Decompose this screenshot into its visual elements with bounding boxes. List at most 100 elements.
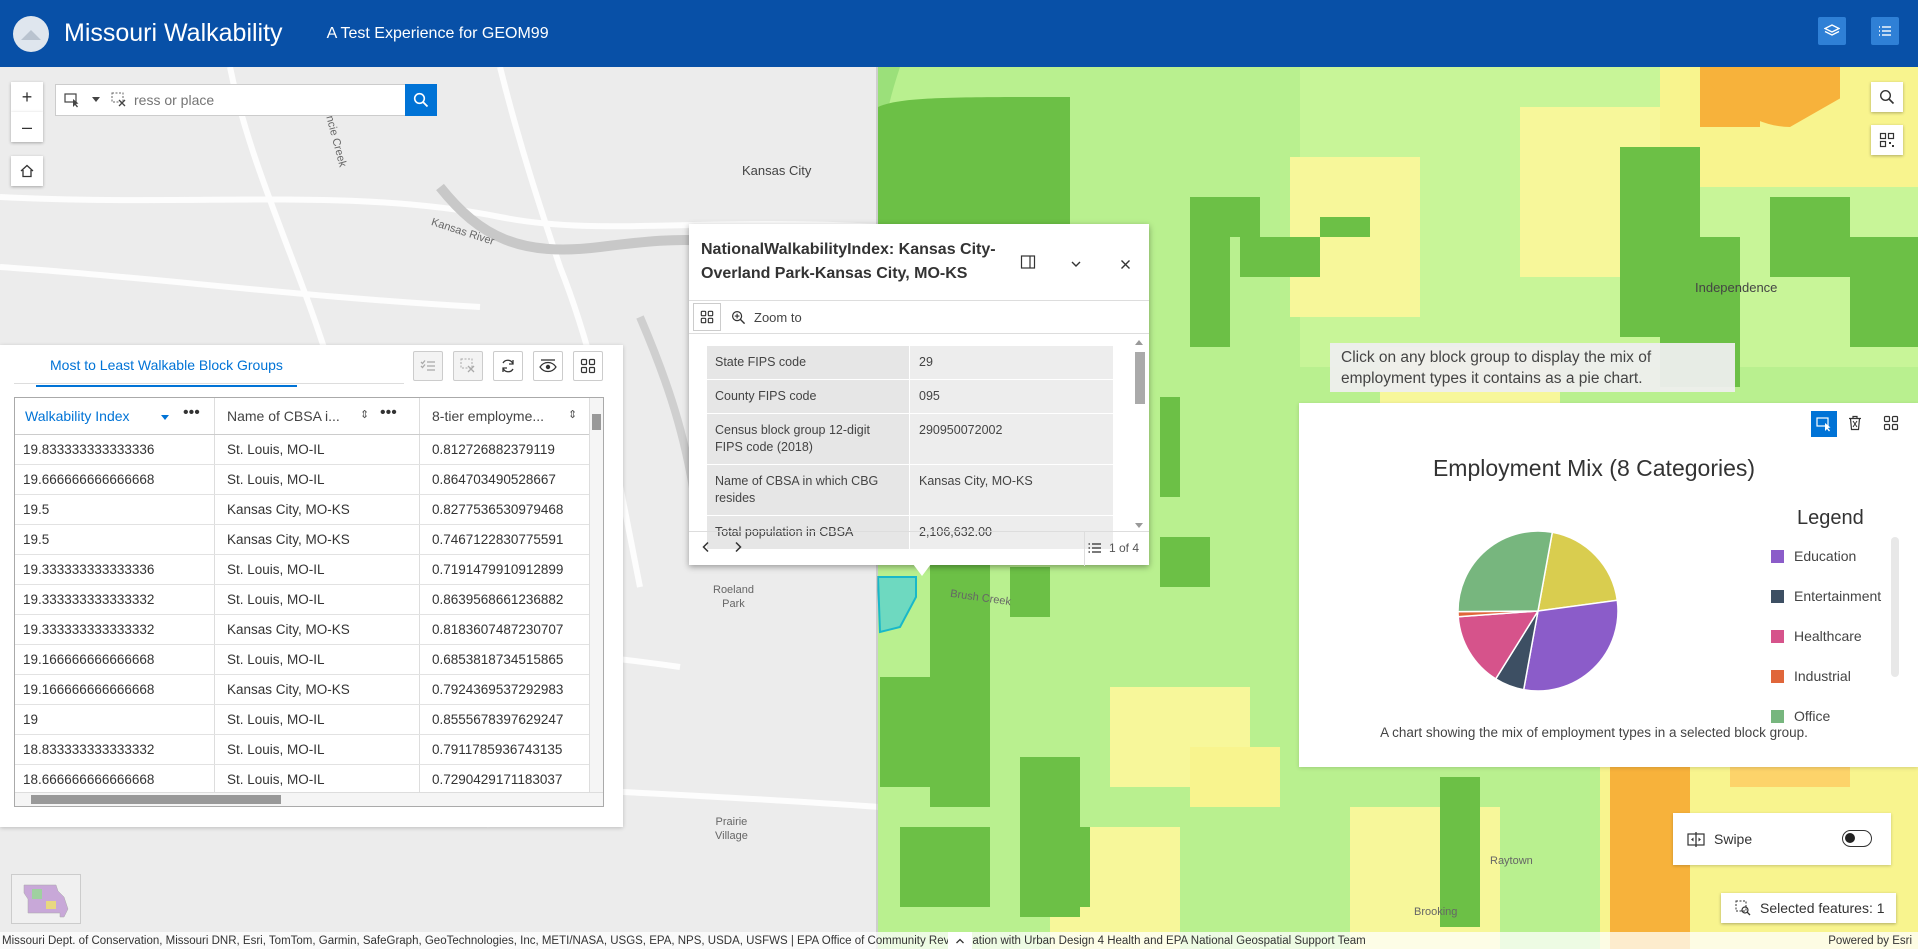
legend-swatch bbox=[1771, 669, 1784, 683]
table-row[interactable]: 19.5 Kansas City, MO-KS 0.8277536530979468 bbox=[15, 495, 603, 525]
table-row[interactable]: 19.333333333333332 Kansas City, MO-KS 0.81… bbox=[15, 615, 603, 645]
zoom-to-button[interactable]: Zoom to bbox=[731, 310, 802, 325]
selected-features-button[interactable]: Selected features: 1 bbox=[1721, 893, 1896, 923]
layers-icon bbox=[1824, 24, 1840, 36]
popup-field-row: State FIPS code 29 bbox=[707, 346, 1113, 380]
scrollbar-thumb[interactable] bbox=[1135, 352, 1145, 404]
popup-scrollbar[interactable] bbox=[1135, 338, 1145, 528]
search-button[interactable] bbox=[405, 84, 437, 116]
table-cell: St. Louis, MO-IL bbox=[215, 765, 420, 794]
clear-chart-button[interactable] bbox=[1847, 415, 1863, 436]
popup-footer: 1 of 4 bbox=[689, 531, 1149, 566]
table-horizontal-scrollbar[interactable] bbox=[15, 792, 603, 806]
table-row[interactable]: 19.333333333333336 St. Louis, MO-IL 0.7191… bbox=[15, 555, 603, 585]
attribution-expand-button[interactable] bbox=[948, 932, 972, 949]
zoom-out-button[interactable]: – bbox=[11, 112, 43, 142]
legend-item[interactable]: Education bbox=[1771, 548, 1856, 564]
legend-item[interactable]: Office bbox=[1771, 708, 1830, 724]
map-label-brooking: Brooking bbox=[1414, 906, 1458, 918]
popup-options-button[interactable] bbox=[693, 303, 721, 331]
zoom-in-button[interactable]: + bbox=[11, 82, 43, 112]
layers-button[interactable] bbox=[1818, 17, 1846, 45]
collapse-button[interactable] bbox=[1070, 257, 1082, 275]
popup-title: NationalWalkabilityIndex: Kansas City-Ov… bbox=[701, 241, 996, 282]
map-label-kansas-city: Kansas City bbox=[742, 163, 812, 178]
select-tool-icon[interactable] bbox=[64, 92, 80, 113]
table-cell: 0.8639568661236882 bbox=[420, 585, 590, 614]
table-row[interactable]: 19.166666666666668 Kansas City, MO-KS 0.79… bbox=[15, 675, 603, 705]
table-row[interactable]: 19.166666666666668 St. Louis, MO-IL 0.6853… bbox=[15, 645, 603, 675]
feature-list-button[interactable]: 1 of 4 bbox=[1087, 540, 1139, 556]
column-menu-icon[interactable]: ••• bbox=[183, 404, 200, 422]
table-cell: 0.8277536530979468 bbox=[420, 495, 590, 524]
chart-title: Employment Mix (8 Categories) bbox=[1432, 455, 1756, 481]
home-button[interactable] bbox=[11, 156, 43, 186]
pie-slice-office[interactable] bbox=[1457, 530, 1554, 613]
legend-scrollbar[interactable] bbox=[1891, 537, 1899, 677]
legend-item[interactable]: Entertainment bbox=[1771, 588, 1881, 604]
table-cell: 18.833333333333332 bbox=[15, 735, 215, 764]
popup-pointer bbox=[913, 564, 931, 576]
scroll-up-icon[interactable] bbox=[1135, 340, 1143, 345]
table-panel: Most to Least Walkable Block Groups Walk… bbox=[0, 345, 623, 827]
clear-selection-icon[interactable] bbox=[111, 92, 127, 113]
chevron-right-icon bbox=[735, 541, 742, 553]
column-header-employment[interactable]: 8-tier employme... ⇕ bbox=[420, 398, 590, 434]
refresh-button[interactable] bbox=[493, 351, 523, 381]
chart-options-button[interactable] bbox=[1883, 415, 1899, 436]
table-vertical-scrollbar[interactable] bbox=[589, 398, 603, 806]
powered-by-esri[interactable]: Powered by Esri bbox=[1828, 935, 1912, 947]
table-row[interactable]: 18.833333333333332 St. Louis, MO-IL 0.7911… bbox=[15, 735, 603, 765]
swipe-widget: Swipe bbox=[1673, 813, 1891, 865]
select-zoom-icon bbox=[1735, 900, 1751, 916]
legend-swatch bbox=[1771, 709, 1784, 723]
dock-button[interactable] bbox=[1020, 254, 1036, 275]
table-row[interactable]: 19.666666666666668 St. Louis, MO-IL 0.8647… bbox=[15, 465, 603, 495]
legend-list-button[interactable] bbox=[1871, 17, 1899, 45]
sort-icon[interactable]: ⇕ bbox=[360, 408, 369, 421]
previous-feature-button[interactable] bbox=[701, 541, 711, 556]
chevron-down-icon[interactable] bbox=[92, 97, 100, 102]
instructions-text: Click on any block group to display the … bbox=[1330, 343, 1735, 392]
column-menu-icon[interactable]: ••• bbox=[380, 404, 397, 422]
table-row[interactable]: 18.666666666666668 St. Louis, MO-IL 0.7290… bbox=[15, 765, 603, 795]
table-cell: Kansas City, MO-KS bbox=[215, 525, 420, 554]
map-attribution: Missouri Dept. of Conservation, Missouri… bbox=[0, 932, 1918, 949]
swipe-label: Swipe bbox=[1714, 831, 1753, 847]
show-selection-button[interactable] bbox=[413, 351, 443, 381]
search-icon bbox=[413, 92, 429, 108]
sort-icon[interactable]: ⇕ bbox=[568, 408, 577, 421]
chevron-left-icon bbox=[702, 541, 709, 553]
attribution-text: Missouri Dept. of Conservation, Missouri… bbox=[2, 934, 1366, 947]
column-header-cbsa-name[interactable]: Name of CBSA i... ⇕ ••• bbox=[215, 398, 420, 434]
swipe-toggle[interactable] bbox=[1842, 830, 1872, 847]
popup-toolbar: Zoom to bbox=[689, 300, 1149, 334]
table-options-button[interactable] bbox=[573, 351, 603, 381]
sort-descending-icon[interactable] bbox=[161, 415, 169, 420]
employment-pie-chart[interactable] bbox=[1448, 521, 1628, 701]
table-row[interactable]: 19.833333333333336 St. Louis, MO-IL 0.8127… bbox=[15, 435, 603, 465]
column-header-walkability-index[interactable]: Walkability Index ••• bbox=[15, 398, 215, 434]
table-cell: 19 bbox=[15, 705, 215, 734]
table-row[interactable]: 19.5 Kansas City, MO-KS 0.7467122830775591 bbox=[15, 525, 603, 555]
scroll-down-icon[interactable] bbox=[1135, 523, 1143, 528]
table-row[interactable]: 19.333333333333332 St. Louis, MO-IL 0.8639… bbox=[15, 585, 603, 615]
chart-select-button[interactable] bbox=[1811, 411, 1837, 437]
map-search-button[interactable] bbox=[1871, 82, 1903, 112]
clear-selection-button[interactable] bbox=[453, 351, 483, 381]
toggle-columns-button[interactable] bbox=[533, 351, 563, 381]
legend-item[interactable]: Industrial bbox=[1771, 668, 1851, 684]
table-cell: 19.833333333333336 bbox=[15, 435, 215, 464]
legend-item[interactable]: Healthcare bbox=[1771, 628, 1862, 644]
popup-field-table: State FIPS code 29 County FIPS code 095 Cens… bbox=[707, 346, 1113, 550]
close-button[interactable] bbox=[1120, 257, 1131, 275]
zoom-to-label: Zoom to bbox=[754, 309, 802, 325]
overview-map[interactable] bbox=[11, 874, 81, 924]
table-row[interactable]: 19 St. Louis, MO-IL 0.8555678397629247 bbox=[15, 705, 603, 735]
search-input[interactable] bbox=[134, 92, 384, 108]
scrollbar-thumb[interactable] bbox=[592, 414, 601, 430]
qr-code-button[interactable] bbox=[1871, 125, 1903, 155]
legend-swatch bbox=[1771, 549, 1784, 563]
scrollbar-thumb[interactable] bbox=[31, 795, 281, 804]
next-feature-button[interactable] bbox=[733, 541, 743, 556]
